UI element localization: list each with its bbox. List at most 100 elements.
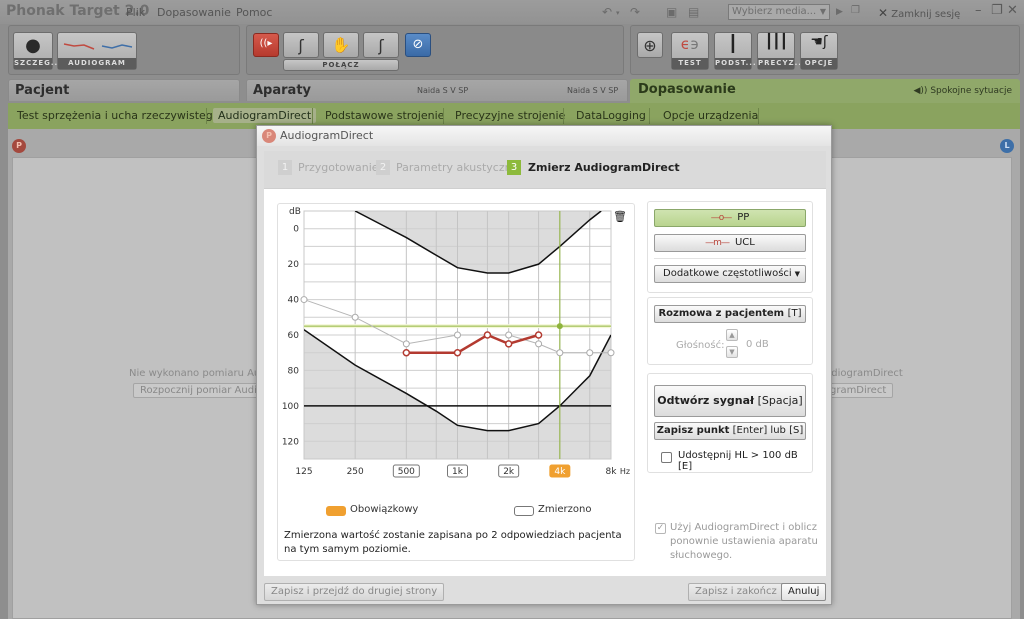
tab-fitting[interactable]: Dopasowanie ◀)) Spokojne sytuacje	[630, 79, 1020, 103]
x-tick-label: 8k	[606, 467, 618, 477]
step-1-preparation[interactable]: Przygotowanie	[298, 161, 379, 174]
tab-patient-label: Pacjent	[15, 83, 70, 98]
reference-point	[556, 349, 564, 357]
volume-label: Głośność:	[676, 340, 725, 351]
mute-icon: ⊘	[412, 37, 424, 52]
pp-marker-icon: —o—	[710, 213, 732, 223]
subtab-datalogging[interactable]: DataLogging	[576, 109, 646, 122]
legend-measured-label: Zmierzono	[538, 504, 592, 515]
restore-icon[interactable]: ❐	[991, 3, 1003, 18]
pp-point	[534, 331, 543, 339]
pp-point	[402, 348, 411, 357]
menu-pomoc[interactable]: Pomoc	[236, 6, 272, 19]
pp-point	[504, 340, 513, 348]
wizard-steps: 1 Przygotowanie 2 Parametry akustyczne 3…	[264, 151, 826, 189]
basic-tuning-button[interactable]: ┃ PODST...	[714, 32, 756, 70]
close-session-button[interactable]: ✕ Zamknij sesję	[878, 6, 960, 20]
reference-point	[351, 313, 359, 321]
extra-frequencies-select[interactable]: Dodatkowe częstotliwości ▼	[654, 265, 806, 283]
options-button[interactable]: ☚ʃ OPCJE	[800, 32, 838, 70]
menu-dopasowanie[interactable]: Dopasowanie	[157, 6, 231, 19]
test-button[interactable]: ϵ϶ TEST	[671, 32, 709, 70]
volume-up-button[interactable]: ▲	[726, 329, 738, 341]
pp-label: PP	[737, 212, 750, 223]
reference-point	[535, 340, 543, 348]
hand-device-icon: ☚ʃ	[810, 34, 828, 50]
x-tick-label: 500	[398, 467, 415, 477]
save-icon[interactable]: ▣	[666, 5, 677, 19]
hearing-aid-right-icon: ʃ	[378, 36, 384, 55]
program-indicator[interactable]: ◀)) Spokojne sytuacje	[913, 86, 1012, 96]
volume-down-button[interactable]: ▼	[726, 346, 738, 358]
save-and-finish-button[interactable]: Zapisz i zakończ	[688, 583, 784, 601]
use-audiogramdirect-checkbox[interactable]: ✓	[655, 523, 666, 534]
subtab-feedback-test[interactable]: Test sprzężenia i ucha rzeczywistego	[17, 109, 220, 122]
audiogram-button[interactable]: AUDIOGRAM	[57, 32, 137, 70]
options-label: OPCJE	[801, 58, 837, 69]
subtab-basic-tuning[interactable]: Podstawowe strojenie	[325, 109, 444, 122]
fine-tuning-button[interactable]: ┃┃┃ PRECYZ...	[757, 32, 805, 70]
dialog-body: dB 0 20 40 60 80 100 120 125 250 500 1k 2k 4k 8k Hz 🗑 Ob…	[264, 189, 826, 576]
window-media-icon[interactable]: ❐	[851, 5, 860, 16]
step-3-measure[interactable]: Zmierz AudiogramDirect	[528, 161, 680, 174]
subtab-fine-tuning[interactable]: Precyzyjne strojenie	[455, 109, 565, 122]
reference-point	[607, 349, 615, 357]
cancel-button[interactable]: Anuluj	[781, 583, 827, 601]
connect-button[interactable]: POŁĄCZ	[283, 59, 399, 71]
close-session-label: Zamknij sesję	[891, 9, 961, 20]
toolbar-patient-panel: ● SZCZEG... AUDIOGRAM	[8, 25, 240, 75]
x-tick-label: 1k	[452, 467, 464, 477]
y-tick-label: 60	[288, 331, 300, 341]
left-device-button[interactable]: ʃ	[283, 32, 319, 58]
save-and-next-button[interactable]: Zapisz i przejdź do drugiej strony	[264, 583, 445, 601]
undo-dropdown-icon[interactable]: ▾	[616, 9, 620, 17]
minimize-icon[interactable]: –	[975, 3, 982, 18]
extra-frequencies-label: Dodatkowe częstotliwości	[663, 268, 792, 279]
reference-point	[586, 349, 594, 357]
enable-hl-checkbox[interactable]	[661, 452, 672, 463]
slider-icon: ┃	[728, 34, 738, 53]
menu-plik[interactable]: Plik	[126, 6, 145, 19]
dialog-title: AudiogramDirect	[280, 129, 374, 142]
right-device-button[interactable]: ʃ	[363, 32, 399, 58]
window-close-icon[interactable]: ✕	[1007, 3, 1018, 18]
cursor-point	[556, 323, 563, 330]
reference-point	[454, 331, 461, 339]
redo-icon[interactable]: ↷	[630, 5, 640, 19]
play-signal-button[interactable]: Odtwórz sygnał [Spacja]	[654, 385, 806, 417]
play-media-icon[interactable]: ▶	[836, 7, 843, 17]
undo-icon[interactable]: ↶	[602, 5, 612, 19]
reference-point	[505, 331, 513, 339]
noahlink-button[interactable]: ((▸	[253, 33, 279, 57]
audiogram-chart[interactable]: dB 0 20 40 60 80 100 120 125 250 500 1k 2k 4k 8k Hz 🗑	[278, 204, 636, 504]
y-tick-label: 120	[282, 437, 299, 447]
subtab-device-options[interactable]: Opcje urządzenia	[663, 109, 758, 122]
reference-point	[300, 296, 308, 304]
talk-label: Rozmowa z pacjentem	[658, 308, 785, 319]
save-point-button[interactable]: Zapisz punkt [Enter] lub [S]	[654, 422, 806, 440]
step-2-number: 2	[376, 160, 390, 175]
right-ear-badge: P	[262, 129, 276, 143]
step-2-acoustic-parameters[interactable]: Parametry akustyczne	[396, 161, 518, 174]
ucl-mode-button[interactable]: —m— UCL	[654, 234, 806, 252]
mute-button[interactable]: ⊘	[405, 33, 431, 57]
x-tick-label: 4k	[554, 467, 566, 477]
hand-button[interactable]: ✋	[323, 32, 359, 58]
tab-devices[interactable]: Aparaty Naida S V SP Naida S V SP	[246, 79, 628, 101]
talk-to-patient-button[interactable]: Rozmowa z pacjentem [T]	[654, 305, 806, 323]
step-1-number: 1	[278, 160, 292, 175]
measurement-note: Zmierzona wartość zostanie zapisana po 2…	[284, 530, 622, 555]
device-right-name: Naida S V SP	[567, 86, 619, 95]
tab-patient[interactable]: Pacjent	[8, 79, 240, 101]
target-icon: ⊕	[643, 36, 657, 55]
trash-icon[interactable]: 🗑	[613, 210, 627, 223]
media-select[interactable]: Wybierz media... ▼	[728, 4, 830, 20]
chevron-down-icon: ▼	[794, 270, 800, 278]
y-axis-label: dB	[289, 207, 301, 217]
pp-mode-button[interactable]: —o— PP	[654, 209, 806, 227]
print-icon[interactable]: ▤	[688, 5, 699, 19]
audiogram-label: AUDIOGRAM	[58, 58, 136, 69]
subtab-audiogramdirect[interactable]: AudiogramDirect	[213, 108, 317, 123]
target-button[interactable]: ⊕	[637, 32, 663, 58]
details-button[interactable]: ● SZCZEG...	[13, 32, 61, 70]
